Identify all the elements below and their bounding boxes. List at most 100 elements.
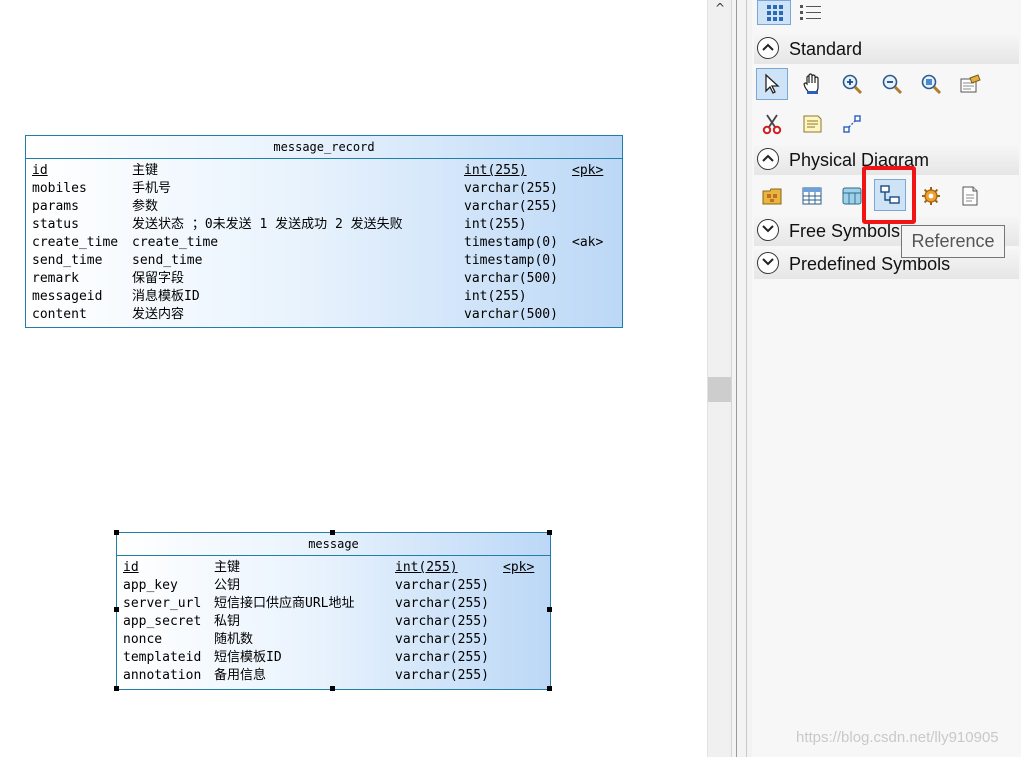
selection-handle[interactable] [547,686,552,691]
column-name: annotation [123,668,202,683]
zoom-in-tool[interactable] [836,68,868,100]
pointer-tool[interactable] [756,68,788,100]
vertical-scrollbar[interactable]: ^ [707,0,732,757]
note-tool[interactable] [796,108,828,140]
column-type: int(255) [464,163,527,178]
column-comment: 主键 [214,560,241,575]
column-name: remark [32,271,79,286]
link-icon [843,115,861,133]
properties-tool[interactable] [954,68,986,100]
table-row: templateid 短信模板ID varchar(255) [117,649,550,667]
table-row: app_key 公钥 varchar(255) [117,577,550,595]
table-row: remark 保留字段 varchar(500) [26,270,622,288]
column-name: id [123,560,139,575]
column-comment: 公钥 [214,578,241,593]
column-name: create_time [32,235,119,250]
pointer-icon [765,73,780,94]
column-name: status [32,217,79,232]
entity-title: message_record [26,136,622,159]
table-icon [802,187,822,205]
column-type: varchar(255) [464,199,558,214]
column-type: varchar(500) [464,271,558,286]
column-key: <pk> [572,163,604,178]
file-tool[interactable] [954,180,986,212]
selection-handle[interactable] [330,686,335,691]
chevron-down-icon[interactable] [757,252,779,274]
chevron-up-icon[interactable] [757,37,779,59]
column-type: int(255) [464,217,527,232]
column-type: timestamp(0) [464,235,558,250]
table-row: params 参数 varchar(255) [26,198,622,216]
properties-icon [960,74,981,93]
cut-tool[interactable] [756,108,788,140]
selection-handle[interactable] [547,530,552,535]
selection-handle[interactable] [114,607,119,612]
link-tool[interactable] [836,108,868,140]
selection-handle[interactable] [114,686,119,691]
table-row: mobiles 手机号 varchar(255) [26,180,622,198]
column-name: content [32,307,87,322]
column-type: timestamp(0) [464,253,558,268]
scroll-thumb[interactable] [708,377,732,402]
column-comment: 保留字段 [132,271,185,286]
file-icon [962,186,978,206]
procedure-tool[interactable] [915,180,947,212]
zoom-out-tool[interactable] [876,68,908,100]
column-comment: send_time [132,253,203,268]
column-comment: 短信模板ID [214,650,282,665]
table-row: status 发送状态 ；0未发送 1 发送成功 2 发送失败 int(255) [26,216,622,234]
column-name: send_time [32,253,103,268]
table-row: annotation 备用信息 varchar(255) [117,667,550,685]
chevron-up-icon[interactable] [757,148,779,170]
zoom-fit-tool[interactable] [915,68,947,100]
column-name: app_key [123,578,178,593]
zoom-out-icon [882,74,903,95]
column-comment: 发送内容 [132,307,185,322]
column-comment: 发送状态 ；0未发送 1 发送成功 2 发送失败 [132,217,403,232]
column-type: varchar(255) [395,632,489,647]
zoom-in-icon [842,74,863,95]
table-tool[interactable] [796,180,828,212]
cut-icon [762,114,782,135]
column-comment: 短信接口供应商URL地址 [214,596,355,611]
column-type: varchar(255) [395,596,489,611]
entity-message-record[interactable]: message_record id 主键 int(255) <pk> mobiles 手机… [25,135,623,328]
zoom-fit-icon [921,74,942,95]
grabber-tool[interactable] [796,68,828,100]
entity-message[interactable]: message id 主键 int(255) <pk> app_key 公钥 varchar… [116,532,551,690]
column-comment: 主键 [132,163,159,178]
table-row: nonce 随机数 varchar(255) [117,631,550,649]
note-icon [803,115,822,133]
list-view-icon [800,5,821,20]
scroll-up-arrow-icon[interactable]: ^ [713,0,727,16]
large-icons-view-button[interactable] [757,0,791,25]
column-comment: 手机号 [132,181,172,196]
package-tool[interactable] [756,180,788,212]
column-key: <ak> [572,235,604,250]
column-name: templateid [123,650,202,665]
column-name: messageid [32,289,103,304]
table-row: content 发送内容 varchar(500) [26,306,622,324]
table-row: create_time create_time timestamp(0) <ak> [26,234,622,252]
section-standard[interactable]: Standard [754,34,1019,64]
table-row: messageid 消息模板ID int(255) [26,288,622,306]
column-type: varchar(255) [395,668,489,683]
column-type: varchar(255) [395,578,489,593]
view-icon [842,187,862,205]
column-comment: 消息模板ID [132,289,200,304]
column-comment: 备用信息 [214,668,267,683]
table-row: server_url 短信接口供应商URL地址 varchar(255) [117,595,550,613]
grid-view-icon [767,5,783,21]
selection-handle[interactable] [114,530,119,535]
table-row: id 主键 int(255) <pk> [26,162,622,180]
selection-handle[interactable] [547,607,552,612]
chevron-down-icon[interactable] [757,219,779,241]
column-comment: 私钥 [214,614,241,629]
column-name: params [32,199,79,214]
list-view-button[interactable] [794,0,828,25]
column-key: <pk> [503,560,535,575]
table-row: id 主键 int(255) <pk> [117,559,550,577]
pane-splitter[interactable] [731,0,752,757]
column-type: varchar(255) [395,650,489,665]
selection-handle[interactable] [330,530,335,535]
